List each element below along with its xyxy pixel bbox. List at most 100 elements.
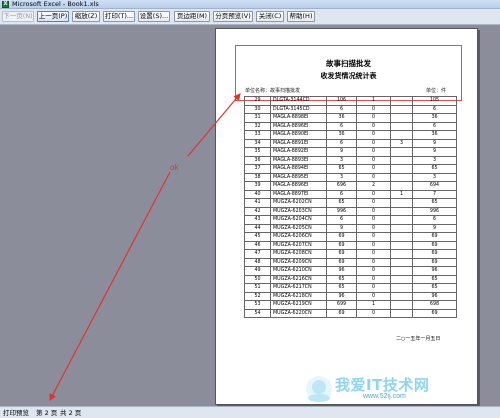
table-cell [390, 155, 413, 165]
status-mode: 打印预览 [3, 409, 29, 417]
table-cell: 6 [326, 215, 357, 225]
table-cell: MUGZA-6207CN [270, 240, 327, 250]
table-cell: MAGLA-8897EI [270, 189, 327, 199]
table-cell: 46 [244, 240, 271, 250]
table-row: 40 MAGLA-8897EI 6 0 1 7 [244, 189, 457, 199]
table-cell: MUGZA-6208CN [270, 249, 327, 259]
table-cell: MAGLA-8894EI [270, 164, 327, 174]
next-page-button[interactable]: 下一页(N) [2, 11, 34, 22]
table-row: 54 MUGZA-6220CN 69 0 69 [244, 308, 457, 318]
table-cell: 69 [412, 308, 457, 318]
table-cell: 48 [244, 257, 271, 267]
status-total-pages: 共 2 页 [60, 409, 82, 417]
table-row: 44 MUGZA-6205CN 9 0 9 [244, 223, 457, 233]
table-row: 50 MUGZA-6216CN 65 0 65 [244, 274, 457, 284]
status-page-info: 第 2 页 [36, 409, 58, 417]
table-cell [390, 147, 413, 157]
table-cell: MAGLA-8895EI [270, 172, 327, 182]
table-cell: 0 [356, 257, 391, 267]
table-row: 48 MUGZA-6209CN 69 0 69 [244, 257, 457, 267]
table-cell: 52 [244, 291, 271, 301]
table-row: 33 MAGLA-8890EI 36 0 36 [244, 130, 457, 140]
table-cell: DLGTA-3145CD [270, 104, 327, 114]
excel-app-icon: X [2, 1, 9, 8]
table-cell: 6 [326, 189, 357, 199]
table-cell [390, 215, 413, 225]
table-cell: 696 [326, 181, 357, 191]
table-cell: 36 [244, 155, 271, 165]
table-row: 46 MUGZA-6207CN 69 0 69 [244, 240, 457, 250]
table-cell [390, 232, 413, 242]
window-title: Microsoft Excel - Book1.xls [12, 0, 99, 8]
table-cell: 106 [326, 96, 357, 106]
table-cell: 41 [244, 198, 271, 208]
table-cell: 9 [412, 147, 457, 157]
table-cell: 7 [412, 189, 457, 199]
table-cell: 1 [356, 96, 391, 106]
table-cell: 38 [244, 172, 271, 182]
table-cell: 65 [412, 274, 457, 284]
table-cell: DLGTA-3144CD [270, 96, 327, 106]
page-break-preview-button[interactable]: 分页预览(V) [213, 11, 253, 22]
data-table: 29 DLGTA-3144CD 106 1 105 30 DLGTA-3145CD 6 0 6 31… [244, 96, 457, 318]
table-cell: MAGLA-8893EI [270, 155, 327, 165]
table-cell: 0 [356, 155, 391, 165]
table-cell: MAGLA-8898EI [270, 113, 327, 123]
table-cell: 51 [244, 283, 271, 293]
help-button[interactable]: 帮助(H) [287, 11, 315, 22]
table-cell: 694 [412, 181, 457, 191]
table-cell: MUGZA-6202CN [270, 198, 327, 208]
print-button[interactable]: 打印(T)... [103, 11, 135, 22]
table-cell: 9 [412, 223, 457, 233]
table-cell: 43 [244, 215, 271, 225]
table-cell: MUGZA-6220CN [270, 308, 327, 318]
table-cell: 0 [356, 283, 391, 293]
table-cell: MUGZA-6218CN [270, 291, 327, 301]
title-bar: X Microsoft Excel - Book1.xls [0, 0, 500, 9]
margins-button[interactable]: 页边距(M) [174, 11, 210, 22]
table-cell: 30 [244, 104, 271, 114]
table-cell [390, 223, 413, 233]
table-row: 43 MUGZA-6204CN 6 0 6 [244, 215, 457, 225]
table-cell: 69 [412, 257, 457, 267]
table-cell: 65 [326, 198, 357, 208]
table-cell: MUGZA-6205CN [270, 223, 327, 233]
table-cell: 0 [356, 274, 391, 284]
table-cell: 42 [244, 206, 271, 216]
table-cell: 96 [326, 266, 357, 276]
setup-button[interactable]: 设置(S)... [138, 11, 170, 22]
table-cell: 0 [356, 198, 391, 208]
table-cell: 3 [326, 172, 357, 182]
table-cell: 2 [356, 181, 391, 191]
table-cell: MAGLA-8892EI [270, 147, 327, 157]
table-row: 41 MUGZA-6202CN 65 0 65 [244, 198, 457, 208]
table-cell: 69 [326, 232, 357, 242]
table-cell: 6 [326, 138, 357, 148]
table-cell: 0 [356, 104, 391, 114]
unit-name-label: 单位名称：故事扫描批发 [245, 88, 301, 94]
close-button[interactable]: 关闭(C) [256, 11, 284, 22]
table-cell: MUGZA-6210CN [270, 266, 327, 276]
table-cell [390, 164, 413, 174]
table-row: 29 DLGTA-3144CD 106 1 105 [244, 96, 457, 106]
table-cell: 3 [390, 138, 413, 148]
table-cell: 9 [326, 147, 357, 157]
table-cell: 69 [326, 249, 357, 259]
table-cell: 1 [356, 300, 391, 310]
table-cell: MUGZA-6217CN [270, 283, 327, 293]
table-cell: 69 [326, 257, 357, 267]
table-row: 30 DLGTA-3145CD 6 0 6 [244, 104, 457, 114]
zoom-button[interactable]: 缩放(Z) [72, 11, 100, 22]
table-cell: 9 [326, 223, 357, 233]
previous-page-button[interactable]: 上一页(P) [37, 11, 69, 22]
sheet-title: 故事扫描批发 [326, 59, 371, 68]
table-cell: MUGZA-6216CN [270, 274, 327, 284]
table-row: 53 MUGZA-6219CN 699 1 698 [244, 300, 457, 310]
table-cell: 996 [412, 206, 457, 216]
table-cell: MUGZA-6209CN [270, 257, 327, 267]
watermark-domain: www.52ij.com [363, 393, 406, 400]
table-row: 38 MAGLA-8895EI 3 0 3 [244, 172, 457, 182]
table-cell: 35 [244, 147, 271, 157]
table-cell [390, 121, 413, 131]
table-cell [390, 130, 413, 140]
